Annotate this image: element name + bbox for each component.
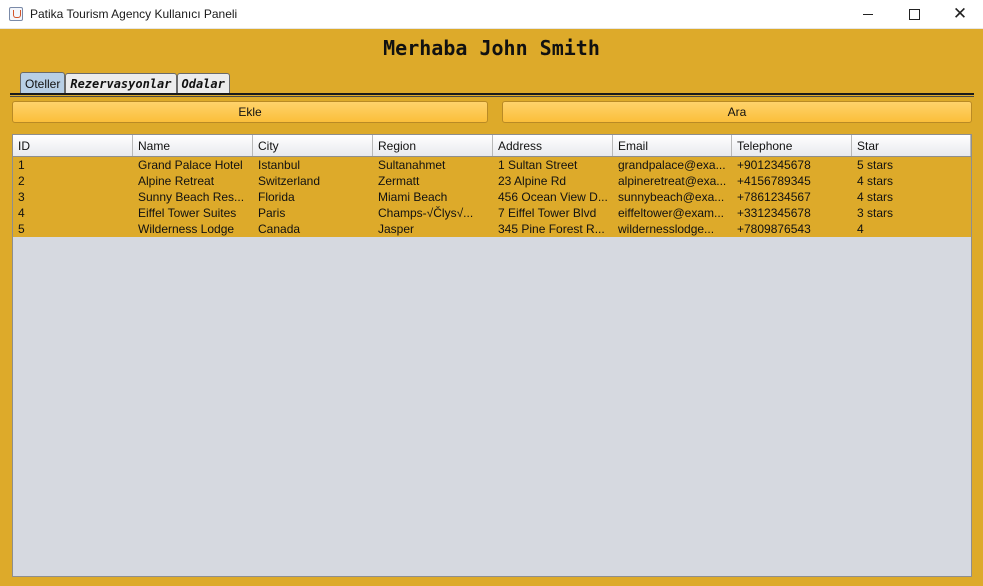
cell-region: Sultanahmet — [378, 158, 446, 172]
cell-telephone: +9012345678 — [737, 158, 811, 172]
java-cup-icon — [9, 7, 23, 21]
column-header-id[interactable]: ID — [13, 135, 133, 156]
cell-name: Wilderness Lodge — [138, 222, 235, 236]
minimize-button[interactable] — [845, 0, 891, 28]
cell-region: Jasper — [378, 222, 415, 236]
cell-star: 3 stars — [857, 206, 894, 220]
cell-address: 456 Ocean View D... — [498, 190, 608, 204]
cell-name: Alpine Retreat — [138, 174, 215, 188]
tab-divider-lower — [10, 96, 974, 97]
cell-email: wildernesslodge... — [618, 222, 715, 236]
cell-telephone: +7861234567 — [737, 190, 811, 204]
cell-name: Sunny Beach Res... — [138, 190, 245, 204]
column-header-star[interactable]: Star — [852, 135, 971, 156]
tab-divider — [10, 93, 974, 95]
cell-region: Zermatt — [378, 174, 420, 188]
column-header-address[interactable]: Address — [493, 135, 613, 156]
minimize-icon — [863, 13, 873, 15]
column-header-name[interactable]: Name — [133, 135, 253, 156]
cell-city: Florida — [258, 190, 295, 204]
cell-email: sunnybeach@exa... — [618, 190, 725, 204]
cell-name: Eiffel Tower Suites — [138, 206, 237, 220]
cell-address: 1 Sultan Street — [498, 158, 578, 172]
cell-region: Champs-√Člys√... — [378, 206, 474, 220]
cell-telephone: +3312345678 — [737, 206, 811, 220]
cell-city: Canada — [258, 222, 301, 236]
table-row[interactable]: 4 Eiffel Tower Suites Paris Champs-√Člys… — [13, 205, 971, 221]
hotels-table[interactable]: ID Name City Region Address Email Teleph… — [12, 134, 972, 577]
cell-star: 4 stars — [857, 190, 894, 204]
cell-name: Grand Palace Hotel — [138, 158, 243, 172]
cell-email: grandpalace@exa... — [618, 158, 726, 172]
cell-address: 345 Pine Forest R... — [498, 222, 605, 236]
maximize-icon — [908, 8, 920, 20]
window-controls: ✕ — [845, 0, 983, 28]
cell-star: 5 stars — [857, 158, 894, 172]
cell-telephone: +4156789345 — [737, 174, 811, 188]
table-row[interactable]: 3 Sunny Beach Res... Florida Miami Beach… — [13, 189, 971, 205]
search-button[interactable]: Ara — [502, 101, 972, 123]
cell-id: 3 — [18, 190, 25, 204]
table-body: 1 Grand Palace Hotel Istanbul Sultanahme… — [13, 157, 971, 237]
column-header-city[interactable]: City — [253, 135, 373, 156]
cell-address: 7 Eiffel Tower Blvd — [498, 206, 597, 220]
cell-email: eiffeltower@exam... — [618, 206, 725, 220]
cell-region: Miami Beach — [378, 190, 448, 204]
table-row[interactable]: 5 Wilderness Lodge Canada Jasper 345 Pin… — [13, 221, 971, 237]
cell-email: alpineretreat@exa... — [618, 174, 727, 188]
close-icon: ✕ — [952, 3, 968, 24]
tab-oteller[interactable]: Oteller — [20, 72, 66, 94]
cell-star: 4 stars — [857, 174, 894, 188]
cell-city: Istanbul — [258, 158, 301, 172]
cell-telephone: +7809876543 — [737, 222, 811, 236]
cell-city: Switzerland — [258, 174, 321, 188]
cell-id: 2 — [18, 174, 25, 188]
maximize-button[interactable] — [891, 0, 937, 28]
greeting-heading: Merhaba John Smith — [383, 36, 600, 60]
cell-star: 4 — [857, 222, 864, 236]
tab-rezervasyonlar[interactable]: Rezervasyonlar — [65, 73, 177, 94]
add-button[interactable]: Ekle — [12, 101, 488, 123]
table-row[interactable]: 2 Alpine Retreat Switzerland Zermatt 23 … — [13, 173, 971, 189]
column-header-telephone[interactable]: Telephone — [732, 135, 852, 156]
cell-id: 5 — [18, 222, 25, 236]
window-title: Patika Tourism Agency Kullanıcı Paneli — [30, 7, 238, 21]
tab-bar: Oteller Rezervasyonlar Odalar — [20, 72, 230, 94]
cell-id: 4 — [18, 206, 25, 220]
cell-id: 1 — [18, 158, 25, 172]
close-button[interactable]: ✕ — [937, 0, 983, 28]
cell-address: 23 Alpine Rd — [498, 174, 567, 188]
table-row[interactable]: 1 Grand Palace Hotel Istanbul Sultanahme… — [13, 157, 971, 173]
cell-city: Paris — [258, 206, 286, 220]
column-header-email[interactable]: Email — [613, 135, 732, 156]
table-header: ID Name City Region Address Email Teleph… — [13, 135, 971, 157]
column-header-region[interactable]: Region — [373, 135, 493, 156]
title-bar: Patika Tourism Agency Kullanıcı Paneli ✕ — [0, 0, 983, 29]
tab-odalar[interactable]: Odalar — [176, 73, 230, 94]
